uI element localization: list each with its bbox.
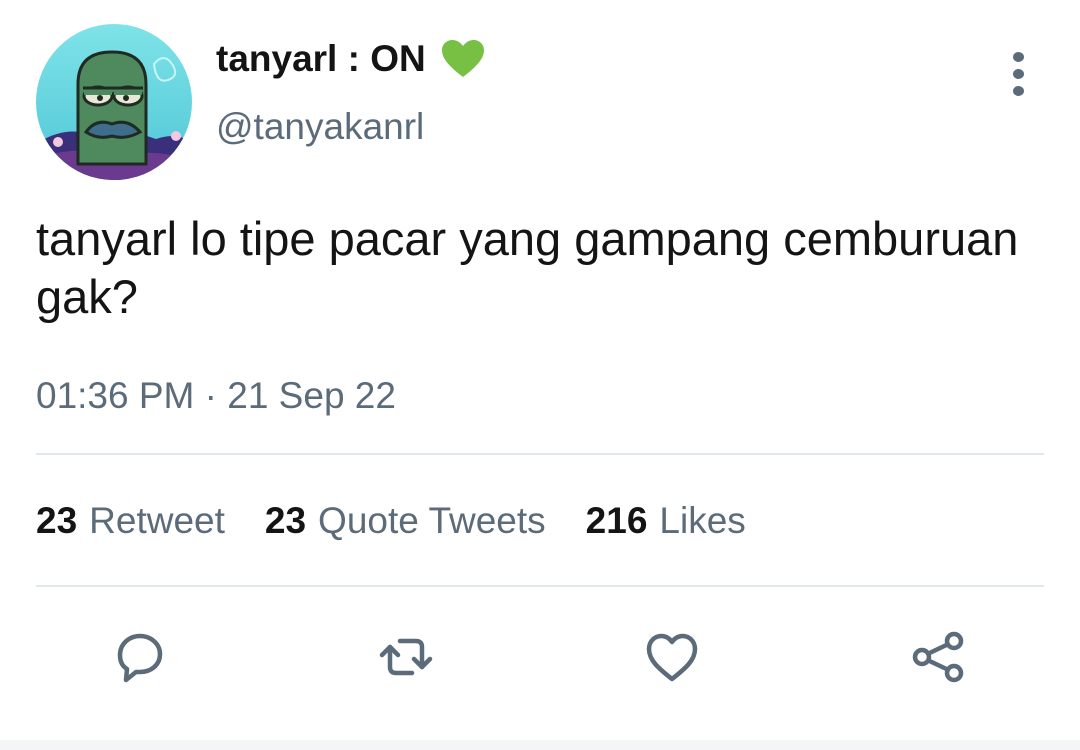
more-options-button[interactable] [996, 52, 1040, 96]
share-icon [912, 631, 964, 683]
retweet-icon [379, 638, 433, 676]
reply-icon [117, 633, 163, 683]
more-dot [1012, 86, 1024, 96]
divider [36, 453, 1044, 455]
likes-stat[interactable]: 216 Likes [586, 500, 746, 542]
share-button[interactable] [906, 625, 970, 689]
avatar[interactable] [36, 24, 192, 180]
more-dot [1012, 69, 1024, 79]
tweet-stats: 23 Retweet 23 Quote Tweets 216 Likes [36, 500, 746, 542]
reply-button[interactable] [108, 625, 172, 689]
display-name: tanyarl : ON [216, 38, 426, 79]
retweet-count: 23 [36, 500, 78, 541]
green-heart-icon [440, 39, 486, 79]
tweet-text: tanyarl lo tipe pacar yang gampang cembu… [36, 212, 1019, 323]
bottom-edge [0, 740, 1080, 750]
quote-stat[interactable]: 23 Quote Tweets [265, 500, 546, 542]
tweet-timestamp: 01:36 PM · 21 Sep 22 [36, 375, 396, 416]
likes-count: 216 [585, 500, 648, 541]
quote-count: 23 [264, 500, 307, 541]
divider [36, 585, 1044, 587]
retweet-button[interactable] [374, 625, 438, 689]
avatar-image [36, 24, 192, 180]
like-button[interactable] [640, 625, 704, 689]
retweet-stat[interactable]: 23 Retweet [36, 500, 225, 542]
likes-label: Likes [659, 500, 746, 541]
quote-label: Quote Tweets [318, 500, 546, 541]
like-icon [646, 633, 698, 682]
user-handle[interactable]: @tanyakanrl [216, 106, 424, 148]
retweet-label: Retweet [89, 500, 225, 541]
display-name-row[interactable]: tanyarl : ON [216, 38, 486, 80]
more-dot [1012, 52, 1024, 62]
